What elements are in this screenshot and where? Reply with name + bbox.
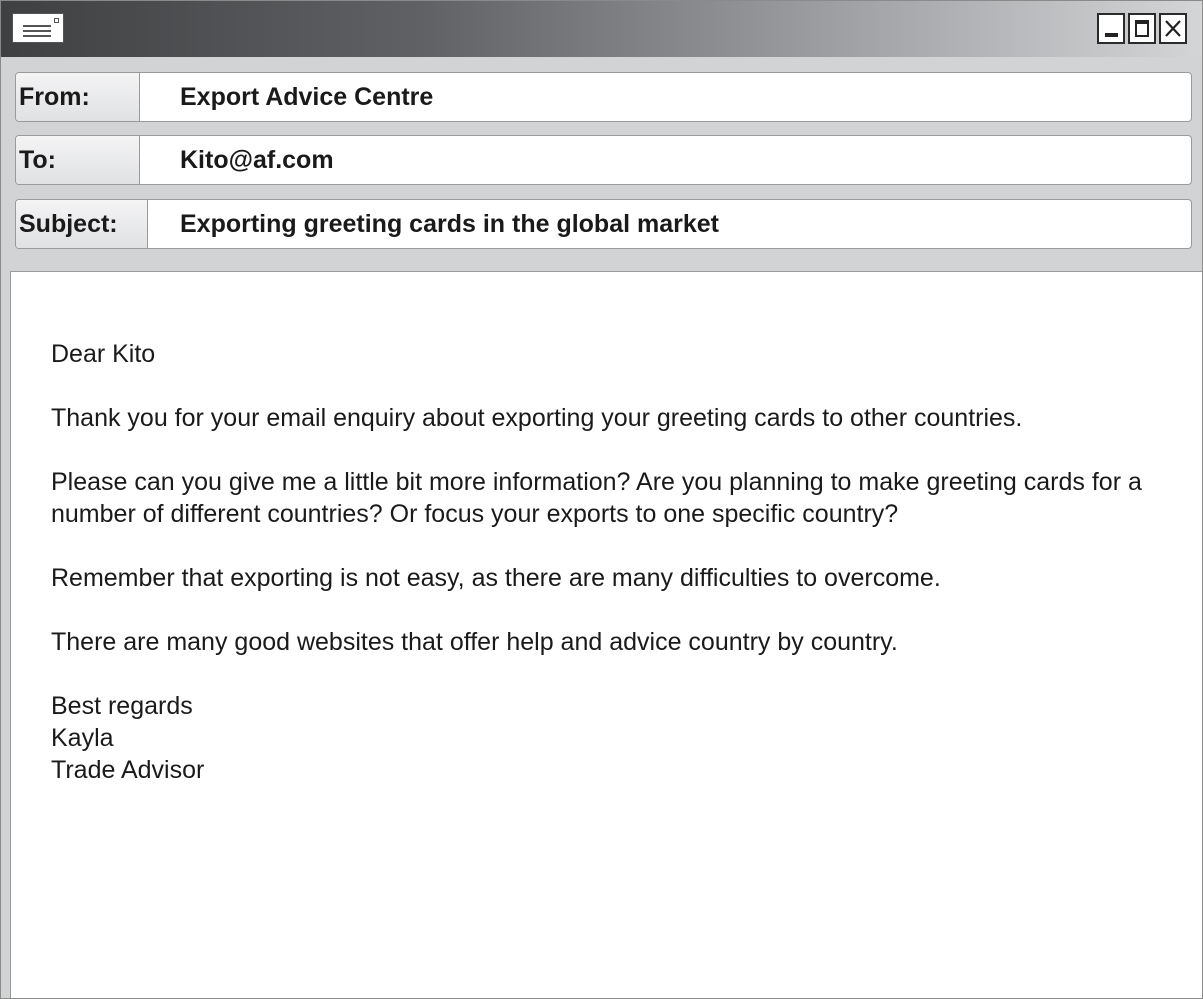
minimize-icon — [1105, 33, 1118, 37]
maximize-icon — [1135, 20, 1149, 37]
title-bar[interactable] — [1, 1, 1202, 57]
paragraph: Please can you give me a little bit more… — [51, 468, 1142, 528]
message-text: Dear Kito Thank you for your email enqui… — [51, 338, 1171, 786]
close-button[interactable] — [1159, 13, 1187, 44]
to-field[interactable]: To: Kito@af.com — [15, 135, 1192, 185]
from-field[interactable]: From: Export Advice Centre — [15, 72, 1192, 122]
maximize-button[interactable] — [1128, 13, 1156, 44]
paragraph: Thank you for your email enquiry about e… — [51, 404, 1023, 432]
greeting: Dear Kito — [51, 340, 156, 368]
from-label: From: — [16, 73, 140, 121]
from-value: Export Advice Centre — [180, 83, 434, 111]
sender-name: Kayla — [51, 724, 114, 752]
message-body[interactable]: Dear Kito Thank you for your email enqui… — [10, 271, 1202, 998]
subject-value: Exporting greeting cards in the global m… — [180, 210, 719, 238]
subject-label: Subject: — [16, 200, 148, 248]
paragraph: Remember that exporting is not easy, as … — [51, 564, 941, 592]
signoff: Best regards — [51, 692, 193, 720]
paragraph: There are many good websites that offer … — [51, 628, 898, 656]
sender-title: Trade Advisor — [51, 756, 205, 784]
minimize-button[interactable] — [1097, 13, 1125, 44]
mail-window-icon — [12, 13, 64, 43]
subject-field[interactable]: Subject: Exporting greeting cards in the… — [15, 199, 1192, 249]
close-icon — [1165, 20, 1181, 37]
email-window: From: Export Advice Centre To: Kito@af.c… — [0, 0, 1203, 999]
to-value: Kito@af.com — [180, 146, 334, 174]
to-label: To: — [16, 136, 140, 184]
